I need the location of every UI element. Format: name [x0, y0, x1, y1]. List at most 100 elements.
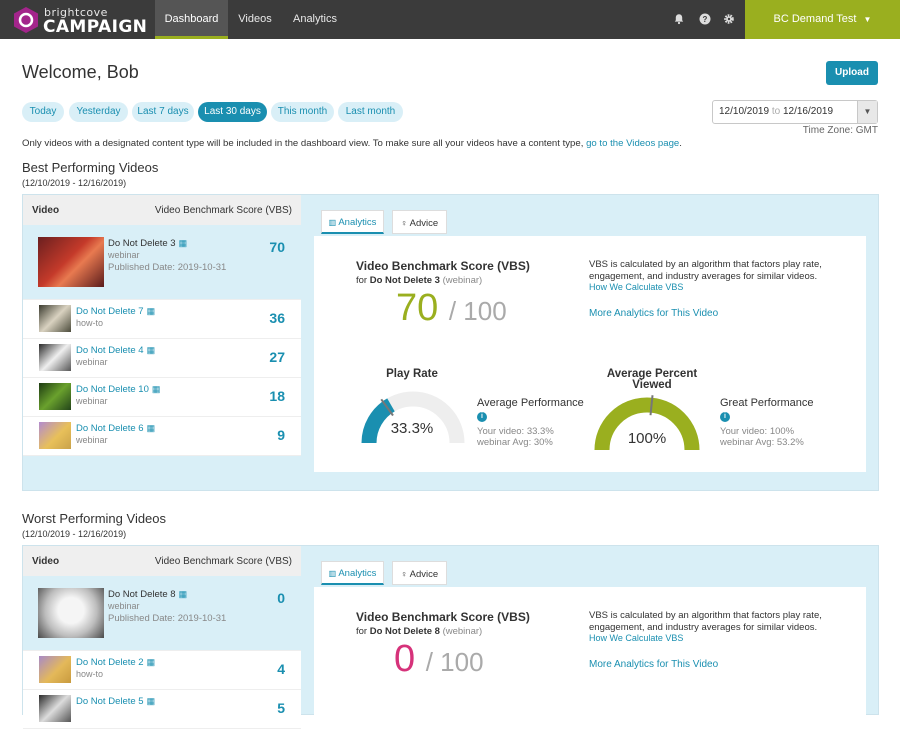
video-title[interactable]: Do Not Delete 6 ▦: [76, 423, 155, 434]
vbs-video-name: Do Not Delete 3: [369, 275, 440, 286]
how-we-calculate-link[interactable]: How We Calculate VBS: [589, 282, 683, 292]
col-vbs: Video Benchmark Score (VBS): [154, 556, 292, 567]
video-score: 9: [277, 427, 285, 443]
vbs-video-name: Do Not Delete 8: [369, 626, 440, 637]
video-thumbnail: [39, 305, 71, 332]
play-rate-your-video: Your video: 33.3%: [477, 426, 554, 437]
upload-button[interactable]: Upload: [826, 61, 878, 85]
date-range-picker[interactable]: 12/10/2019 to 12/16/2019 ▼: [712, 100, 878, 124]
video-title[interactable]: Do Not Delete 2 ▦: [76, 657, 155, 668]
nav-tab-videos[interactable]: Videos: [228, 0, 282, 39]
vbs-description: VBS is calculated by an algorithm that f…: [589, 259, 822, 282]
vbs-score: 0 / 100: [394, 638, 484, 680]
help-icon[interactable]: ?: [699, 13, 711, 25]
video-score: 0: [277, 590, 285, 606]
video-thumbnail: [39, 344, 71, 371]
nav-tab-dashboard[interactable]: Dashboard: [155, 0, 228, 39]
video-thumbnail: [39, 656, 71, 683]
tab-analytics[interactable]: ▥ Analytics: [321, 561, 384, 585]
gear-icon[interactable]: [723, 13, 735, 25]
nav-tab-analytics[interactable]: Analytics: [282, 0, 348, 39]
film-icon: ▦: [151, 384, 161, 394]
video-title[interactable]: Do Not Delete 4 ▦: [76, 345, 155, 356]
video-type: webinar: [76, 396, 108, 406]
tab-advice[interactable]: ♀ Advice: [392, 561, 447, 585]
film-icon: ▦: [178, 238, 188, 248]
video-row[interactable]: Do Not Delete 3 ▦ webinar Published Date:…: [23, 225, 301, 300]
vbs-for: for Do Not Delete 3 (webinar): [356, 275, 483, 286]
range-last-7-days[interactable]: Last 7 days: [132, 102, 194, 122]
caret-down-icon: ▼: [863, 15, 872, 24]
account-dropdown[interactable]: BC Demand Test ▼: [745, 0, 900, 39]
bell-icon[interactable]: [673, 13, 685, 25]
film-icon: ▦: [146, 345, 156, 355]
video-thumbnail: [38, 237, 104, 287]
video-row[interactable]: Do Not Delete 6 ▦ webinar 9: [23, 417, 301, 456]
range-today[interactable]: Today: [22, 102, 64, 122]
bar-chart-icon: ▥: [328, 569, 337, 578]
video-thumbnail: [39, 422, 71, 449]
col-video: Video: [32, 205, 60, 216]
worst-video-list: Video Video Benchmark Score (VBS) Do Not…: [23, 546, 301, 729]
vbs-title: Video Benchmark Score (VBS): [356, 259, 530, 273]
lightbulb-icon: ♀: [400, 218, 408, 228]
film-icon: ▦: [146, 657, 156, 667]
brightcove-campaign-logo[interactable]: brightcove CAMPAIGN: [12, 5, 157, 37]
play-rate-avg: webinar Avg: 30%: [477, 437, 553, 448]
videos-page-link[interactable]: go to the Videos page: [586, 138, 679, 149]
col-video: Video: [32, 556, 60, 567]
vbs-video-type: (webinar): [442, 275, 483, 286]
video-row[interactable]: Do Not Delete 2 ▦ how-to 4: [23, 651, 301, 690]
bar-chart-icon: ▥: [328, 218, 337, 227]
caret-down-icon[interactable]: ▼: [857, 101, 877, 123]
tab-analytics[interactable]: ▥ Analytics: [321, 210, 384, 234]
video-type: how-to: [76, 669, 104, 679]
analytics-card: Video Benchmark Score (VBS) for Do Not D…: [314, 236, 866, 472]
video-score: 5: [277, 700, 285, 716]
video-row[interactable]: Do Not Delete 10 ▦ webinar 18: [23, 378, 301, 417]
info-icon[interactable]: i: [477, 412, 487, 422]
vbs-description: VBS is calculated by an algorithm that f…: [589, 610, 822, 633]
date-to-label: to: [771, 106, 781, 117]
how-we-calculate-link[interactable]: How We Calculate VBS: [589, 633, 683, 643]
apv-performance: Great Performance: [720, 397, 814, 409]
vbs-title: Video Benchmark Score (VBS): [356, 610, 530, 624]
film-icon: ▦: [146, 306, 156, 316]
published-date: Published Date: 2019-10-31: [108, 262, 227, 273]
video-title[interactable]: Do Not Delete 5 ▦: [76, 696, 155, 707]
video-title: Do Not Delete 3 ▦: [108, 238, 188, 249]
worst-section-range: (12/10/2019 - 12/16/2019): [22, 529, 127, 539]
notice-end: .: [679, 138, 682, 149]
range-last-30-days[interactable]: Last 30 days: [198, 102, 267, 122]
video-score: 4: [277, 661, 285, 677]
video-list-header: Video Video Benchmark Score (VBS): [23, 195, 301, 225]
video-type: webinar: [76, 435, 108, 445]
video-title[interactable]: Do Not Delete 7 ▦: [76, 306, 155, 317]
top-nav: brightcove CAMPAIGN Dashboard Videos Ana…: [0, 0, 900, 39]
video-row[interactable]: Do Not Delete 8 ▦ webinar Published Date:…: [23, 576, 301, 651]
range-this-month[interactable]: This month: [271, 102, 334, 122]
video-list-header: Video Video Benchmark Score (VBS): [23, 546, 301, 576]
best-section-range: (12/10/2019 - 12/16/2019): [22, 178, 127, 188]
best-video-list: Video Video Benchmark Score (VBS) Do Not…: [23, 195, 301, 456]
info-icon[interactable]: i: [720, 412, 730, 422]
tab-advice[interactable]: ♀ Advice: [392, 210, 447, 234]
video-row[interactable]: Do Not Delete 4 ▦ webinar 27: [23, 339, 301, 378]
page-title: Welcome, Bob: [22, 62, 139, 82]
range-yesterday[interactable]: Yesterday: [69, 102, 128, 122]
published-date: Published Date: 2019-10-31: [108, 613, 227, 624]
timezone-label: Time Zone: GMT: [802, 125, 878, 136]
apv-title: Average Percent Viewed: [606, 368, 698, 391]
range-last-month[interactable]: Last month: [338, 102, 403, 122]
video-row[interactable]: Do Not Delete 5 ▦ 5: [23, 690, 301, 729]
video-score: 18: [269, 388, 285, 404]
more-analytics-link[interactable]: More Analytics for This Video: [589, 659, 718, 670]
more-analytics-link[interactable]: More Analytics for This Video: [589, 308, 718, 319]
brand-main-text: CAMPAIGN: [43, 17, 148, 37]
video-title[interactable]: Do Not Delete 10 ▦: [76, 384, 160, 395]
video-score: 36: [269, 310, 285, 326]
film-icon: ▦: [146, 423, 156, 433]
best-section-title: Best Performing Videos: [22, 160, 159, 175]
svg-text:?: ?: [703, 15, 708, 24]
video-row[interactable]: Do Not Delete 7 ▦ how-to 36: [23, 300, 301, 339]
